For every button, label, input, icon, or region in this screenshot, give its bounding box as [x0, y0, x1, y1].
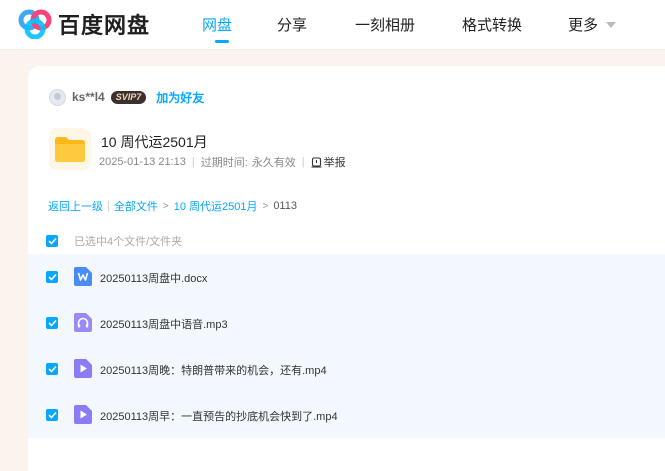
video-file-icon — [74, 405, 92, 424]
share-meta: 2025-01-13 21:13 | 过期时间: 永久有效 | 举报 — [99, 154, 346, 170]
share-title: 10 周代运2501月 — [101, 134, 208, 150]
share-date: 2025-01-13 21:13 — [99, 156, 186, 168]
audio-file-icon — [74, 313, 92, 332]
file-row[interactable]: 20250113周早：一直预告的抄底机会快到了.mp4 — [28, 392, 665, 438]
sharer-username[interactable]: ks**l4 — [72, 90, 105, 104]
breadcrumb-all-files[interactable]: 全部文件 — [114, 198, 158, 214]
breadcrumb-current: 0113 — [273, 200, 297, 212]
file-row[interactable]: 20250113周晚：特朗普带来的机会，还有.mp4 — [28, 346, 665, 392]
breadcrumb-back[interactable]: 返回上一级 — [48, 198, 103, 214]
file-name[interactable]: 20250113周盘中语音.mp3 — [100, 316, 228, 332]
share-card: ks**l4 SVIP7 加为好友 10 周代运2501月 2025-01-13… — [28, 66, 665, 471]
check-icon — [47, 273, 57, 281]
folder-icon — [49, 128, 91, 170]
expiry-value: 永久有效 — [251, 157, 296, 169]
select-all-row: 已选中4个文件/文件夹 — [46, 233, 182, 249]
breadcrumb: 返回上一级 | 全部文件 > 10 周代运2501月 > 0113 — [48, 198, 297, 214]
file-list: 20250113周盘中.docx 20250113周盘中语音.mp3 20250… — [28, 254, 665, 438]
nav-more[interactable]: 更多 — [568, 14, 617, 35]
file-checkbox[interactable] — [46, 271, 58, 283]
breadcrumb-folder[interactable]: 10 周代运2501月 — [174, 198, 258, 214]
report-label: 举报 — [323, 157, 346, 169]
sharer-info: ks**l4 SVIP7 加为好友 — [49, 88, 204, 106]
select-all-checkbox[interactable] — [46, 235, 58, 247]
file-row[interactable]: 20250113周盘中.docx — [28, 254, 665, 300]
nav-moment-album[interactable]: 一刻相册 — [355, 14, 415, 35]
file-checkbox[interactable] — [46, 409, 58, 421]
top-navbar: 百度网盘 网盘 分享 一刻相册 格式转换 更多 — [0, 0, 665, 50]
brand-logo[interactable]: 百度网盘 — [18, 8, 150, 40]
file-name[interactable]: 20250113周盘中.docx — [100, 270, 207, 286]
chevron-right-icon: > — [162, 200, 169, 212]
report-button[interactable]: 举报 — [311, 154, 346, 170]
nav-active-indicator — [215, 40, 229, 43]
file-name[interactable]: 20250113周早：一直预告的抄底机会快到了.mp4 — [100, 408, 338, 424]
warning-icon — [311, 156, 322, 168]
file-checkbox[interactable] — [46, 363, 58, 375]
word-doc-icon — [74, 267, 92, 286]
video-file-icon — [74, 359, 92, 378]
nav-format-convert[interactable]: 格式转换 — [462, 14, 522, 35]
selection-count: 已选中4个文件/文件夹 — [74, 236, 183, 248]
check-icon — [47, 237, 57, 245]
avatar[interactable] — [49, 88, 66, 106]
nav-more-label: 更多 — [568, 17, 599, 34]
brand-name: 百度网盘 — [58, 13, 151, 38]
check-icon — [47, 319, 57, 327]
check-icon — [47, 365, 57, 373]
expiry-label: 过期时间: — [200, 157, 248, 169]
file-checkbox[interactable] — [46, 317, 58, 329]
chevron-down-icon — [606, 22, 617, 28]
file-row[interactable]: 20250113周盘中语音.mp3 — [28, 300, 665, 346]
baidu-netdisk-logo-icon — [18, 9, 52, 39]
chevron-right-icon: > — [262, 200, 269, 212]
nav-netdisk[interactable]: 网盘 — [202, 14, 232, 35]
add-friend-link[interactable]: 加为好友 — [156, 89, 204, 106]
nav-share[interactable]: 分享 — [277, 14, 307, 35]
file-name[interactable]: 20250113周晚：特朗普带来的机会，还有.mp4 — [100, 362, 327, 378]
svip-badge: SVIP7 — [110, 90, 147, 104]
check-icon — [47, 411, 57, 419]
